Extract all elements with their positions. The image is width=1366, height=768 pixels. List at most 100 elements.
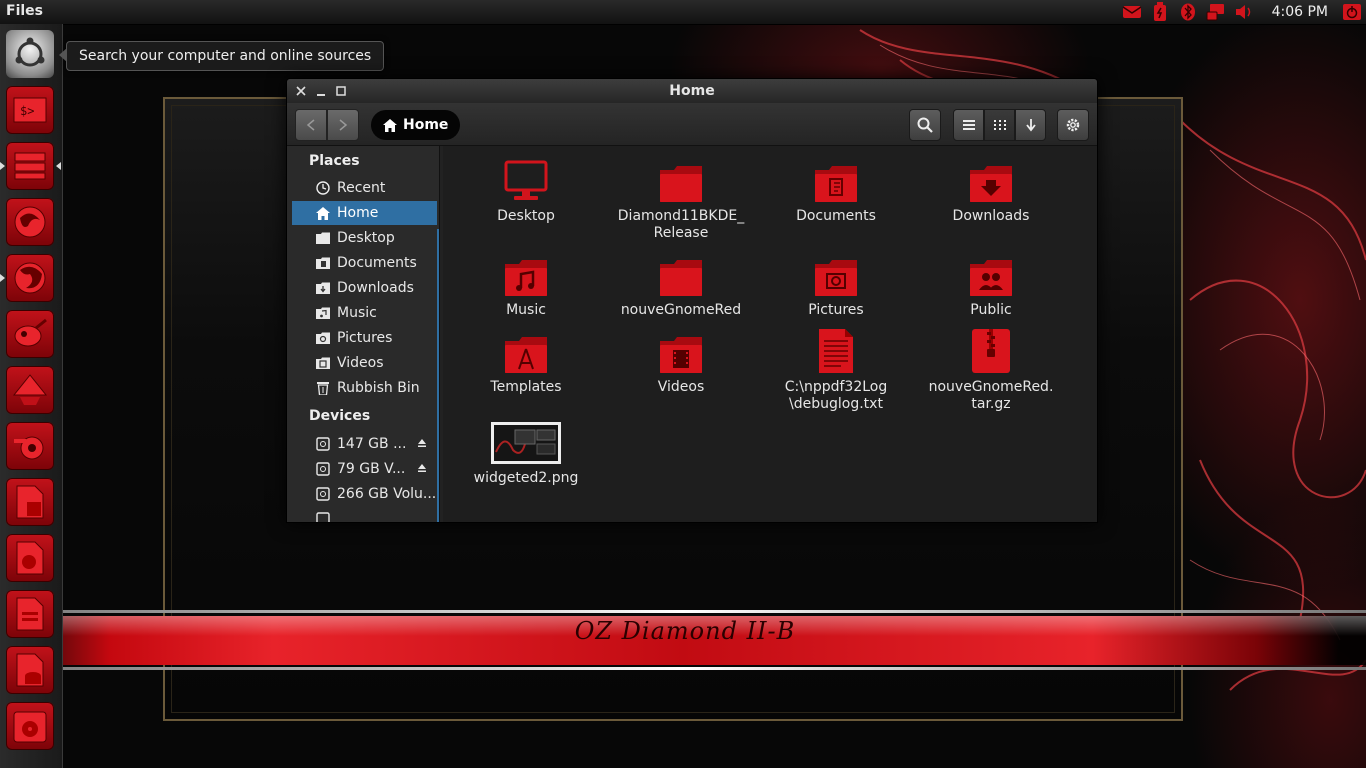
file-item-desktop[interactable]: Desktop [451, 156, 601, 225]
launcher-libreoffice-writer[interactable] [6, 590, 54, 638]
list-view-icon [962, 120, 975, 130]
file-item-templates[interactable]: Templates [451, 327, 601, 396]
view-options-button[interactable] [1015, 109, 1046, 141]
launcher-running-pip [0, 162, 5, 170]
sidebar-scrollbar[interactable] [437, 229, 439, 522]
launcher: $> [0, 24, 63, 768]
network-indicator[interactable] [1204, 0, 1228, 24]
clock-icon [316, 181, 330, 195]
sidebar-device-2[interactable]: 79 GB V... [292, 457, 437, 481]
banner-line-bottom [0, 667, 1366, 670]
launcher-firefox[interactable] [6, 254, 54, 302]
sidebar-item-home[interactable]: Home [292, 201, 437, 225]
home-icon [383, 118, 397, 132]
file-item-nouvegnomered[interactable]: nouveGnomeRed [606, 250, 756, 319]
file-item-documents[interactable]: Documents [761, 156, 911, 225]
sidebar-item-pictures[interactable]: Pictures [292, 326, 437, 350]
launcher-inkscape[interactable] [6, 366, 54, 414]
libreoffice-impress-icon [16, 541, 44, 575]
launcher-libreoffice-impress[interactable] [6, 534, 54, 582]
banner-text: OZ Diamond II-B [574, 617, 796, 645]
file-item-diamond11bkde[interactable]: Diamond11BKDE_ Release [606, 156, 756, 242]
window-title: Home [669, 83, 715, 99]
bluetooth-icon [1180, 3, 1195, 21]
file-item-videos[interactable]: Videos [606, 327, 756, 396]
launcher-file-manager[interactable] [6, 142, 54, 190]
launcher-browser[interactable] [6, 198, 54, 246]
mail-indicator[interactable] [1120, 0, 1144, 24]
sidebar: Places Recent Home Desktop Documents Dow… [287, 146, 440, 522]
launcher-running-pip [0, 274, 5, 282]
forward-button[interactable] [327, 109, 359, 141]
drive-icon [316, 512, 330, 522]
window-titlebar[interactable]: Home [287, 79, 1097, 103]
file-item-widgeted2-png[interactable]: widgeted2.png [451, 418, 601, 487]
file-item-music[interactable]: Music [451, 250, 601, 319]
svg-text:$>: $> [20, 104, 34, 118]
file-item-pictures[interactable]: Pictures [761, 250, 911, 319]
power-icon [1343, 4, 1361, 20]
archive-file-icon [972, 329, 1010, 373]
launcher-libreoffice-base[interactable] [6, 646, 54, 694]
blender-icon [14, 436, 44, 460]
sidebar-item-rubbish-bin[interactable]: Rubbish Bin [292, 376, 437, 400]
sidebar-item-videos[interactable]: Videos [292, 351, 437, 375]
grid-view-button[interactable] [984, 109, 1015, 141]
music-folder-icon [505, 260, 547, 296]
settings-button[interactable] [1057, 109, 1089, 141]
file-item-debuglog[interactable]: C:\nppdf32Log \debuglog.txt [761, 327, 911, 413]
drive-icon [316, 487, 330, 501]
libreoffice-base-icon [16, 653, 44, 687]
sidebar-item-documents[interactable]: Documents [292, 251, 437, 275]
libreoffice-draw-icon [16, 485, 44, 519]
sidebar-item-music[interactable]: Music [292, 301, 437, 325]
sidebar-item-recent[interactable]: Recent [292, 176, 437, 200]
launcher-disk-app[interactable] [6, 702, 54, 750]
drive-icon [316, 462, 330, 476]
sound-indicator[interactable] [1232, 0, 1256, 24]
launcher-gimp[interactable] [6, 310, 54, 358]
view-buttons [953, 109, 1046, 141]
file-label: Desktop [497, 208, 555, 224]
disk-app-icon [13, 711, 47, 743]
sidebar-item-label: Videos [337, 355, 384, 371]
sidebar-device-partial[interactable] [292, 507, 437, 522]
top-panel: Files 4:06 PM [0, 0, 1366, 25]
mail-icon [1122, 6, 1141, 18]
clock[interactable]: 4:06 PM [1272, 4, 1328, 20]
launcher-blender[interactable] [6, 422, 54, 470]
search-button[interactable] [909, 109, 941, 141]
grid-view-icon [993, 120, 1006, 130]
sidebar-heading-devices: Devices [309, 408, 371, 424]
documents-folder-icon [316, 256, 330, 270]
bluetooth-indicator[interactable] [1176, 0, 1200, 24]
sidebar-item-label: 266 GB Volu... [337, 486, 437, 502]
file-item-public[interactable]: Public [916, 250, 1066, 319]
battery-indicator[interactable] [1148, 0, 1172, 24]
pictures-folder-icon [815, 260, 857, 296]
back-button[interactable] [295, 109, 327, 141]
chevron-down-icon [1025, 119, 1036, 132]
network-icon [1206, 4, 1224, 21]
file-label: Downloads [952, 208, 1030, 224]
session-indicator[interactable] [1340, 0, 1364, 24]
list-view-button[interactable] [953, 109, 984, 141]
indicator-area: 4:06 PM [1118, 0, 1366, 24]
launcher-dash-home[interactable] [6, 30, 54, 78]
eject-icon[interactable] [417, 438, 427, 448]
sidebar-item-downloads[interactable]: Downloads [292, 276, 437, 300]
launcher-terminal[interactable]: $> [6, 86, 54, 134]
sidebar-item-label: Music [337, 305, 377, 321]
sidebar-device-3[interactable]: 266 GB Volu... [292, 482, 437, 506]
launcher-libreoffice-draw[interactable] [6, 478, 54, 526]
file-item-tar-gz[interactable]: nouveGnomeRed. tar.gz [916, 327, 1066, 413]
file-item-downloads[interactable]: Downloads [916, 156, 1066, 225]
folder-icon [660, 260, 702, 296]
sidebar-item-desktop[interactable]: Desktop [292, 226, 437, 250]
sidebar-device-1[interactable]: 147 GB ... [292, 432, 437, 456]
icon-view: Desktop Diamond11BKDE_ Release Documents… [443, 146, 1097, 522]
path-bar-home[interactable]: Home [371, 110, 461, 140]
battery-icon [1153, 2, 1166, 21]
file-label: C:\nppdf32Log \debuglog.txt [784, 379, 888, 412]
eject-icon[interactable] [417, 463, 427, 473]
